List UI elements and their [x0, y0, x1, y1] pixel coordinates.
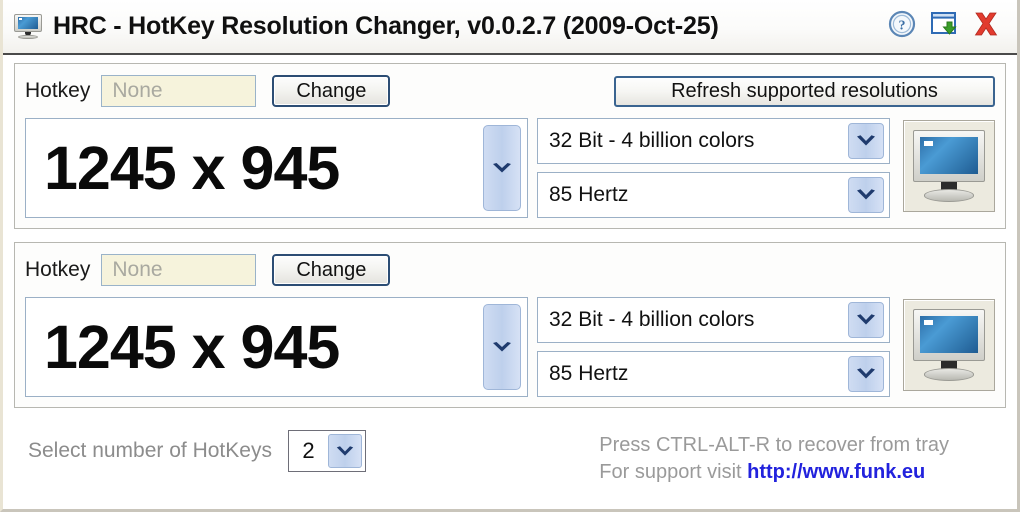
refresh-rate-select-1[interactable]: 85 Hertz: [537, 172, 890, 218]
panel-1-top-row: Hotkey None Change Refresh supported res…: [25, 73, 995, 109]
color-depth-select-2[interactable]: 32 Bit - 4 billion colors: [537, 297, 890, 343]
hotkey-panel-1: Hotkey None Change Refresh supported res…: [14, 63, 1006, 229]
hotkey-label-1: Hotkey: [25, 79, 91, 102]
panel-1-body: 1245 x 945 32 Bit - 4 billion colors 85 …: [25, 118, 995, 218]
chevron-down-icon[interactable]: [327, 434, 362, 468]
window-title: HRC - HotKey Resolution Changer, v0.0.2.…: [53, 12, 719, 40]
color-depth-value-1: 32 Bit - 4 billion colors: [549, 129, 755, 152]
monitor-preview-1: [903, 120, 995, 212]
resolution-value-2: 1245 x 945: [44, 312, 340, 381]
hotkey-panel-2: Hotkey None Change 1245 x 945 32 Bit - 4…: [14, 242, 1006, 408]
resolution-value-1: 1245 x 945: [44, 133, 340, 202]
app-window: HRC - HotKey Resolution Changer, v0.0.2.…: [0, 0, 1020, 512]
app-monitor-icon: [13, 13, 43, 41]
title-bar-buttons: ?: [887, 10, 1005, 43]
svg-text:?: ?: [899, 19, 906, 34]
hotkey-field-2[interactable]: None: [101, 254, 257, 286]
help-button[interactable]: ?: [887, 10, 917, 43]
panel-2-top-row: Hotkey None Change: [25, 252, 995, 288]
help-question-icon: ?: [888, 10, 916, 43]
chevron-down-icon[interactable]: [848, 177, 884, 213]
refresh-rate-value-2: 85 Hertz: [549, 362, 629, 385]
chevron-down-icon[interactable]: [848, 302, 884, 338]
hotkey-value-1: None: [112, 79, 163, 102]
chevron-down-icon[interactable]: [848, 356, 884, 392]
hotkey-count-value: 2: [302, 438, 315, 463]
window-down-arrow-icon: [930, 11, 958, 42]
change-hotkey-button-2[interactable]: Change: [272, 254, 391, 286]
panel-2-body: 1245 x 945 32 Bit - 4 billion colors 85 …: [25, 297, 995, 397]
chevron-down-icon[interactable]: [848, 123, 884, 159]
change-hotkey-button-1[interactable]: Change: [272, 75, 391, 107]
chevron-down-icon[interactable]: [483, 125, 521, 211]
monitor-preview-icon: [910, 306, 988, 384]
close-x-icon: [971, 9, 1001, 44]
hotkey-value-2: None: [112, 258, 163, 281]
support-url-link[interactable]: http://www.funk.eu: [747, 461, 925, 483]
hotkey-label-2: Hotkey: [25, 258, 91, 281]
footer-info: Press CTRL-ALT-R to recover from tray Fo…: [599, 430, 949, 486]
hotkey-count-select[interactable]: 2: [287, 430, 366, 472]
resolution-select-1[interactable]: 1245 x 945: [25, 118, 528, 218]
monitor-preview-2: [903, 299, 995, 391]
tray-hint-text: Press CTRL-ALT-R to recover from tray: [599, 434, 949, 456]
close-button[interactable]: [971, 12, 1001, 42]
hotkey-field-1[interactable]: None: [101, 75, 257, 107]
chevron-down-icon[interactable]: [483, 304, 521, 390]
select-hotkeys-label: Select number of HotKeys: [28, 439, 272, 462]
color-depth-value-2: 32 Bit - 4 billion colors: [549, 308, 755, 331]
minimize-to-tray-button[interactable]: [929, 12, 959, 42]
refresh-resolutions-button[interactable]: Refresh supported resolutions: [614, 75, 995, 107]
monitor-preview-icon: [910, 127, 988, 205]
resolution-select-2[interactable]: 1245 x 945: [25, 297, 528, 397]
support-prefix-text: For support visit: [599, 461, 748, 483]
refresh-rate-value-1: 85 Hertz: [549, 183, 629, 206]
content-area: Hotkey None Change Refresh supported res…: [3, 55, 1017, 509]
color-depth-select-1[interactable]: 32 Bit - 4 billion colors: [537, 118, 890, 164]
panel-1-dropdown-column: 32 Bit - 4 billion colors 85 Hertz: [537, 118, 890, 218]
refresh-rate-select-2[interactable]: 85 Hertz: [537, 351, 890, 397]
hotkey-count-group: Select number of HotKeys 2: [28, 430, 366, 472]
panel-2-dropdown-column: 32 Bit - 4 billion colors 85 Hertz: [537, 297, 890, 397]
title-bar: HRC - HotKey Resolution Changer, v0.0.2.…: [3, 0, 1017, 55]
footer-bar: Select number of HotKeys 2 Press CTRL-AL…: [14, 421, 1006, 509]
support-line: For support visit http://www.funk.eu: [599, 459, 949, 486]
